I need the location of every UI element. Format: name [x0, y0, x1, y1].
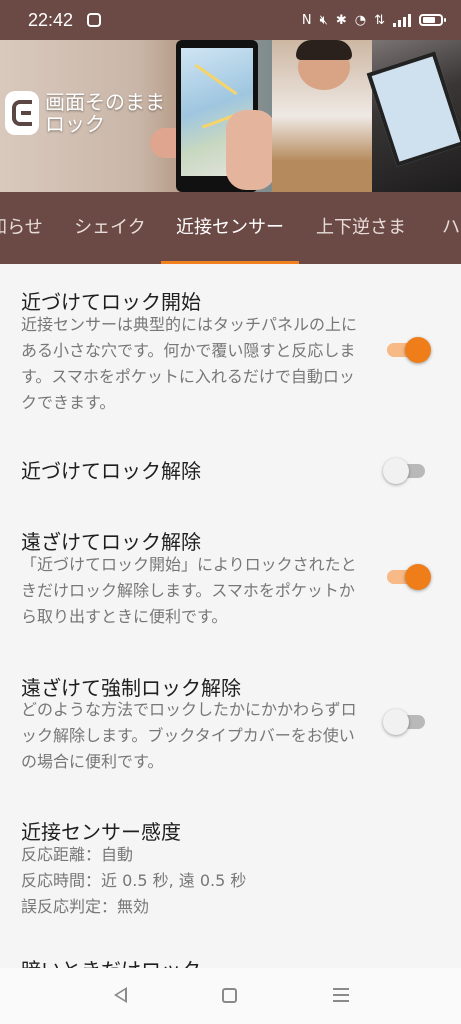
signal-icon — [393, 13, 411, 27]
setting-title: 近づけてロック開始 — [21, 290, 201, 314]
status-bar: 22:42 N 🔇︎ ✱ ◔ ⇅ — [0, 0, 461, 40]
mute-icon: 🔇︎ — [319, 12, 328, 28]
setting-title: 近づけてロック解除 — [21, 459, 201, 483]
setting-force-unlock-on-away[interactable]: 遠ざけて強制ロック解除 どのような方法でロックしたかにかかわらずロック解除します… — [0, 662, 461, 792]
sensitivity-details: 反応距離：自動 反応時間：近 0.5 秒, 遠 0.5 秒 誤反応判定：無効 — [21, 842, 367, 920]
app-notification-icon — [87, 13, 102, 27]
tab-heart[interactable]: ハー — [430, 192, 461, 264]
tab-proximity-sensor[interactable]: 近接センサー — [161, 192, 299, 264]
status-time: 22:42 — [28, 9, 74, 30]
recents-menu-icon[interactable] — [333, 988, 349, 1002]
force-unlock-on-away-toggle[interactable] — [383, 706, 427, 736]
banner-photo-hand-2 — [226, 110, 276, 190]
header-banner: 画面そのまま ロック — [0, 40, 461, 192]
lock-on-approach-toggle[interactable] — [387, 334, 431, 364]
app-name: 画面そのまま ロック — [45, 90, 165, 136]
tab-upside-down[interactable]: 上下逆さま — [303, 192, 419, 264]
tab-bar: 知らせ シェイク 近接センサー 上下逆さま ハー — [0, 192, 461, 264]
tab-shake[interactable]: シェイク — [58, 192, 162, 264]
tab-notifications[interactable]: 知らせ — [0, 192, 52, 264]
nfc-icon: N — [301, 12, 312, 28]
setting-sensor-sensitivity[interactable]: 近接センサー感度 反応距離：自動 反応時間：近 0.5 秒, 遠 0.5 秒 誤… — [0, 804, 461, 934]
unlock-on-approach-toggle[interactable] — [383, 455, 427, 485]
setting-title: 近接センサー感度 — [21, 820, 181, 844]
sensitivity-line: 反応時間：近 0.5 秒, 遠 0.5 秒 — [21, 871, 247, 890]
system-nav-bar — [0, 968, 461, 1024]
setting-unlock-on-approach[interactable]: 近づけてロック解除 — [0, 439, 461, 499]
setting-lock-on-approach[interactable]: 近づけてロック開始 近接センサーは典型的にはタッチパネルの上にある小さな穴です。… — [0, 264, 461, 414]
battery-icon — [419, 14, 446, 26]
setting-unlock-on-away[interactable]: 遠ざけてロック解除 「近づけてロック開始」によりロックされたときだけロック解除し… — [0, 514, 461, 644]
data-icon: ⇅ — [374, 12, 385, 28]
sensitivity-line: 誤反応判定：無効 — [21, 897, 150, 916]
setting-partial-next[interactable]: 暗いときだけロック — [0, 954, 461, 968]
setting-description: 「近づけてロック開始」によりロックされたときだけロック解除します。スマホをポケッ… — [21, 555, 357, 626]
settings-list: 近づけてロック開始 近接センサーは典型的にはタッチパネルの上にある小さな穴です。… — [0, 264, 461, 968]
home-icon[interactable] — [222, 988, 237, 1003]
sensitivity-line: 反応距離：自動 — [21, 845, 134, 864]
unlock-on-away-toggle[interactable] — [387, 561, 431, 591]
bluetooth-icon: ✱ — [335, 12, 347, 28]
status-icons: N 🔇︎ ✱ ◔ ⇅ — [301, 12, 446, 28]
app-logo-icon — [5, 91, 39, 135]
back-icon[interactable] — [114, 987, 127, 1003]
wifi-icon: ◔ — [354, 12, 367, 28]
setting-title: 遠ざけてロック解除 — [21, 530, 201, 554]
setting-description: どのような方法でロックしたかにかかわらずロック解除します。ブックタイプカバーをお… — [21, 700, 357, 771]
setting-description: 近接センサーは典型的にはタッチパネルの上にある小さな穴です。何かで覆い隠すと反応… — [21, 315, 358, 412]
setting-title: 暗いときだけロック — [21, 954, 201, 968]
